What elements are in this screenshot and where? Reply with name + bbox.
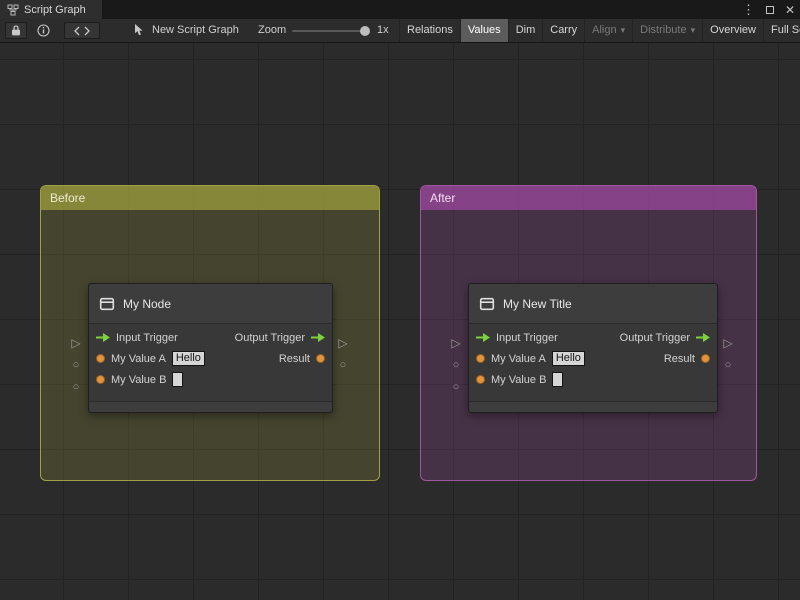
external-trigger-out-port[interactable]: ▷: [335, 336, 351, 350]
carry-button[interactable]: Carry: [542, 19, 584, 42]
trigger-out-port-icon[interactable]: [696, 333, 710, 342]
value-b-row: My Value B: [469, 369, 717, 390]
port-label: Result: [278, 352, 310, 365]
graph-toolbar: New Script Graph Zoom 1x Relations Value…: [0, 19, 800, 43]
port-label: My Value B: [491, 373, 547, 386]
zoom-slider-thumb[interactable]: [360, 26, 370, 36]
close-icon[interactable]: ✕: [785, 3, 795, 17]
external-trigger-in-port[interactable]: ▷: [448, 336, 464, 350]
align-dropdown[interactable]: Align ▾: [584, 19, 632, 42]
node-title: My Node: [123, 296, 172, 311]
tab-label: Script Graph: [24, 3, 86, 16]
value-b-port-icon[interactable]: [96, 375, 105, 384]
value-b-field[interactable]: [172, 372, 184, 387]
zoom-value: 1x: [377, 24, 389, 36]
external-value-b-port[interactable]: ○: [448, 380, 464, 394]
trigger-in-port-icon[interactable]: [476, 333, 490, 342]
window-tab-bar: Script Graph ⋮ ✕: [0, 0, 800, 19]
node-my-node[interactable]: My Node Input Trigger Output Trigger My …: [88, 283, 333, 413]
maximize-icon[interactable]: [765, 5, 774, 14]
external-trigger-in-port[interactable]: ▷: [68, 336, 84, 350]
external-value-a-port[interactable]: ○: [448, 358, 464, 372]
zoom-slider[interactable]: [292, 26, 370, 36]
graph-asset-icon: [134, 24, 145, 39]
graph-canvas[interactable]: Before After My Node Input Trigger Outpu…: [0, 43, 800, 600]
trigger-row: Input Trigger Output Trigger: [469, 327, 717, 348]
external-value-a-port[interactable]: ○: [68, 358, 84, 372]
info-button[interactable]: [32, 22, 54, 39]
result-port-icon[interactable]: [701, 354, 710, 363]
value-a-row: My Value A Hello Result: [89, 348, 332, 369]
node-header[interactable]: My New Title: [469, 284, 717, 324]
value-a-field[interactable]: Hello: [551, 351, 585, 366]
code-view-button[interactable]: [64, 22, 100, 39]
group-after-header[interactable]: After: [421, 186, 756, 210]
port-label: My Value A: [111, 352, 166, 365]
node-footer: [469, 401, 717, 412]
trigger-out-port-icon[interactable]: [311, 333, 325, 342]
port-label: My Value B: [111, 373, 167, 386]
port-label: Output Trigger: [234, 331, 305, 344]
value-b-row: My Value B: [89, 369, 332, 390]
fullscreen-button[interactable]: Full Scr: [762, 19, 800, 42]
chevron-down-icon: ▾: [620, 25, 626, 35]
port-label: Output Trigger: [619, 331, 690, 344]
window-controls: ⋮ ✕: [742, 0, 795, 19]
value-a-port-icon[interactable]: [476, 354, 485, 363]
group-before-header[interactable]: Before: [41, 186, 379, 210]
kebab-menu-icon[interactable]: ⋮: [742, 0, 755, 19]
node-footer: [89, 401, 332, 412]
value-a-field[interactable]: Hello: [171, 351, 205, 366]
group-label: Before: [50, 191, 86, 205]
port-label: Input Trigger: [496, 331, 558, 344]
external-result-port[interactable]: ○: [720, 358, 736, 372]
graph-name[interactable]: New Script Graph: [152, 19, 239, 42]
distribute-dropdown[interactable]: Distribute ▾: [632, 19, 702, 42]
external-result-port[interactable]: ○: [335, 358, 351, 372]
lock-icon: [11, 25, 21, 36]
toolbar-toggle-group: Relations Values Dim Carry Align ▾ Distr…: [399, 19, 800, 42]
external-trigger-out-port[interactable]: ▷: [720, 336, 736, 350]
graph-tab-icon: [7, 4, 19, 16]
node-header[interactable]: My Node: [89, 284, 332, 324]
trigger-in-port-icon[interactable]: [96, 333, 110, 342]
lock-button[interactable]: [5, 22, 27, 39]
result-port-icon[interactable]: [316, 354, 325, 363]
chevron-down-icon: ▾: [690, 25, 696, 35]
node-body: Input Trigger Output Trigger My Value A …: [469, 324, 717, 390]
node-my-new-title[interactable]: My New Title Input Trigger Output Trigge…: [468, 283, 718, 413]
trigger-row: Input Trigger Output Trigger: [89, 327, 332, 348]
info-icon: [36, 24, 50, 37]
node-body: Input Trigger Output Trigger My Value A …: [89, 324, 332, 390]
value-a-row: My Value A Hello Result: [469, 348, 717, 369]
value-b-field[interactable]: [552, 372, 564, 387]
port-label: Input Trigger: [116, 331, 178, 344]
port-label: My Value A: [491, 352, 546, 365]
tab-script-graph[interactable]: Script Graph: [0, 0, 102, 19]
zoom-label: Zoom: [258, 24, 287, 36]
external-value-b-port[interactable]: ○: [68, 380, 84, 394]
overview-button[interactable]: Overview: [702, 19, 763, 42]
value-a-port-icon[interactable]: [96, 354, 105, 363]
dim-button[interactable]: Dim: [507, 19, 543, 42]
unit-icon: [479, 296, 495, 312]
unit-icon: [99, 296, 115, 312]
values-button[interactable]: Values: [459, 19, 508, 42]
node-title: My New Title: [503, 296, 572, 311]
relations-button[interactable]: Relations: [399, 19, 460, 42]
value-b-port-icon[interactable]: [476, 375, 485, 384]
code-icon: [74, 26, 90, 36]
port-label: Result: [663, 352, 695, 365]
group-label: After: [430, 191, 456, 205]
